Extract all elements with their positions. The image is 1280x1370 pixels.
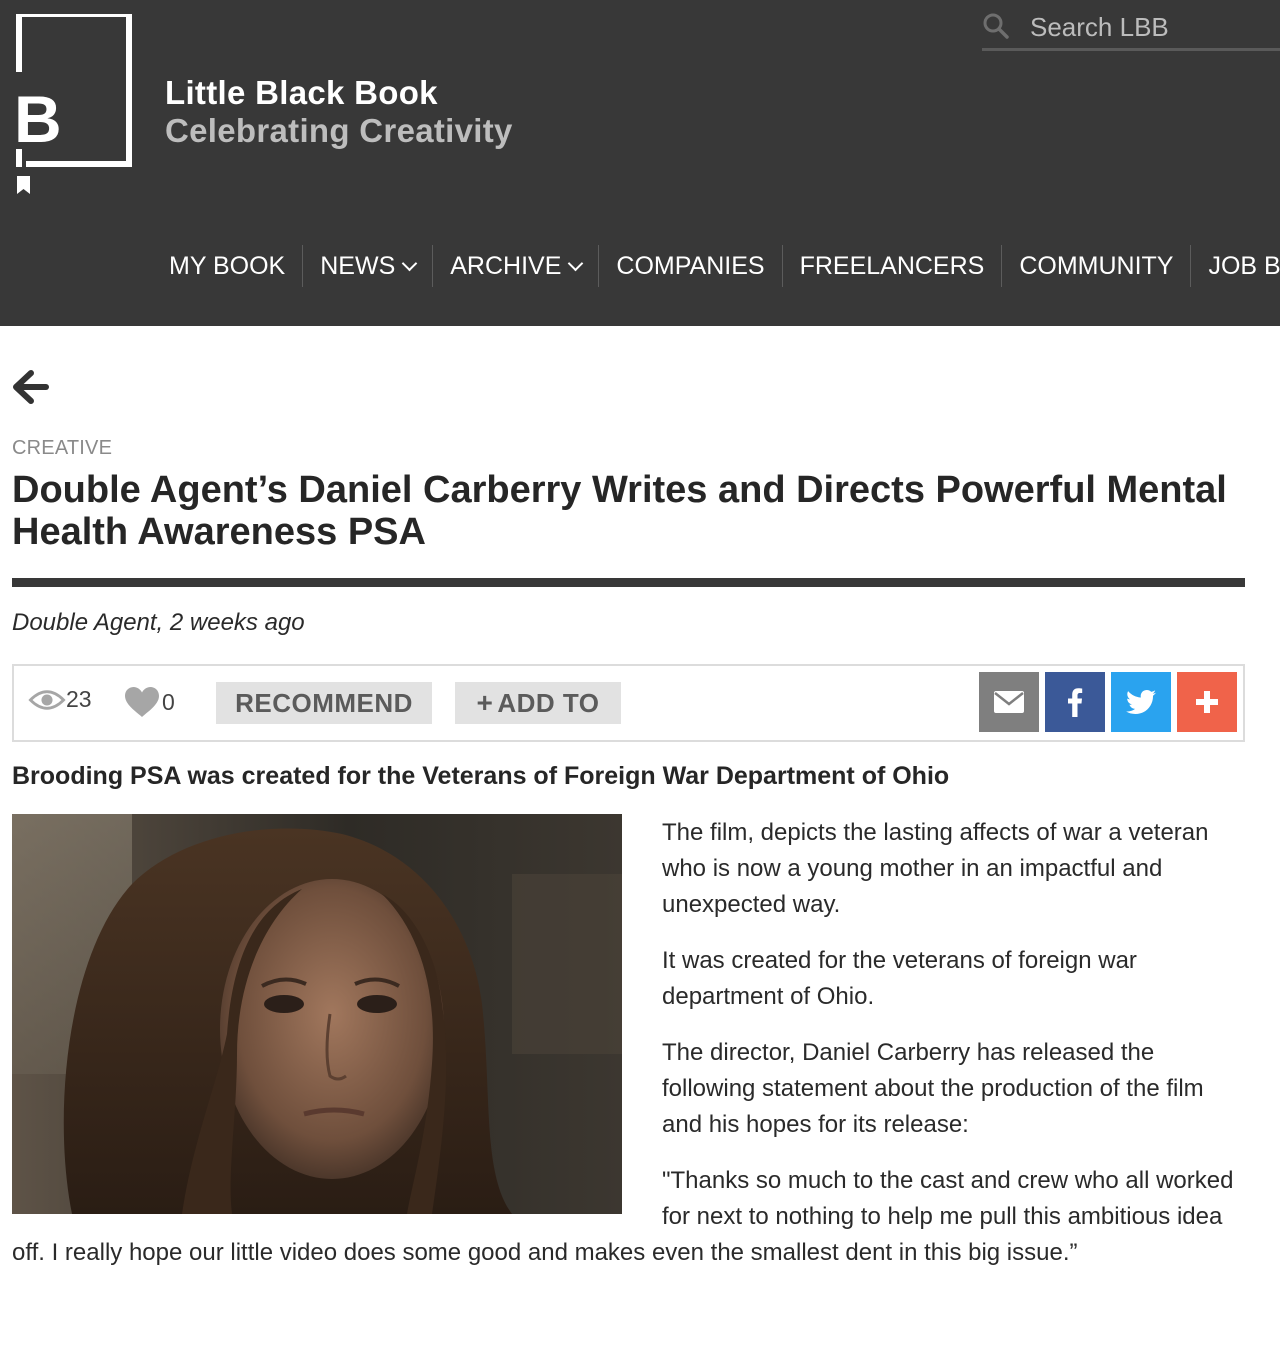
search-icon[interactable] xyxy=(982,12,1010,40)
arrow-left-icon[interactable] xyxy=(12,368,50,406)
plus-icon xyxy=(1196,691,1218,713)
share-facebook-button[interactable] xyxy=(1045,672,1105,732)
title-divider xyxy=(12,578,1245,587)
nav-item-label: NEWS xyxy=(320,251,396,280)
article-subtitle: Brooding PSA was created for the Veteran… xyxy=(12,762,950,790)
facebook-icon xyxy=(1068,688,1083,717)
twitter-icon xyxy=(1126,690,1156,714)
heart-icon[interactable] xyxy=(124,686,160,718)
brand-name[interactable]: Little Black Book xyxy=(165,74,438,112)
plus-icon: + xyxy=(476,687,494,718)
nav-item-label: FREELANCERS xyxy=(799,251,985,280)
brand-tagline: Celebrating Creativity xyxy=(165,112,513,149)
views-count: 23 xyxy=(28,686,92,713)
article-category[interactable]: CREATIVE xyxy=(12,437,112,460)
nav-item-news[interactable]: NEWS xyxy=(302,245,432,287)
search-bar xyxy=(982,8,1280,51)
nav-item-archive[interactable]: ARCHIVE xyxy=(432,245,598,287)
likes-count[interactable]: 0 xyxy=(124,686,175,718)
nav-item-label: COMMUNITY xyxy=(1019,251,1174,280)
eye-icon xyxy=(28,689,66,710)
nav-item-label: COMPANIES xyxy=(616,251,765,280)
chevron-down-icon xyxy=(568,255,584,271)
chevron-down-icon xyxy=(401,255,418,271)
main-nav: MY BOOK NEWS ARCHIVE COMPANIES FREELANCE… xyxy=(152,245,1280,287)
lbb-logo[interactable]: B xyxy=(14,14,134,199)
share-twitter-button[interactable] xyxy=(1111,672,1171,732)
nav-item-label: JOB BOARD xyxy=(1208,251,1280,280)
nav-item-my-book[interactable]: MY BOOK xyxy=(152,245,302,287)
views-value: 23 xyxy=(66,686,92,712)
nav-item-job-board[interactable]: JOB BOARD xyxy=(1190,245,1280,287)
nav-item-label: ARCHIVE xyxy=(450,251,562,280)
recommend-label: RECOMMEND xyxy=(235,687,413,718)
article-actions-bar: 23 0 RECOMMEND + ADD TO xyxy=(12,664,1245,742)
add-to-label: ADD TO xyxy=(497,687,600,718)
nav-item-community[interactable]: COMMUNITY xyxy=(1001,245,1190,287)
share-more-button[interactable] xyxy=(1177,672,1237,732)
site-header: B Little Black Book Celebrating Creativi… xyxy=(0,0,1280,326)
nav-item-freelancers[interactable]: FREELANCERS xyxy=(781,245,1002,287)
article-byline: Double Agent, 2 weeks ago xyxy=(12,609,305,636)
article-title: Double Agent’s Daniel Carberry Writes an… xyxy=(12,469,1227,553)
envelope-icon xyxy=(994,691,1024,713)
nav-item-label: MY BOOK xyxy=(169,251,286,280)
add-to-button[interactable]: + ADD TO xyxy=(455,682,621,724)
search-input[interactable] xyxy=(1030,8,1270,46)
recommend-button[interactable]: RECOMMEND xyxy=(216,682,432,724)
image-float-spacer xyxy=(12,815,662,1220)
svg-text:B: B xyxy=(14,82,62,156)
share-email-button[interactable] xyxy=(979,672,1039,732)
nav-item-companies[interactable]: COMPANIES xyxy=(598,245,781,287)
article-body: The film, depicts the lasting affects of… xyxy=(12,815,1244,1291)
likes-value: 0 xyxy=(162,688,175,715)
